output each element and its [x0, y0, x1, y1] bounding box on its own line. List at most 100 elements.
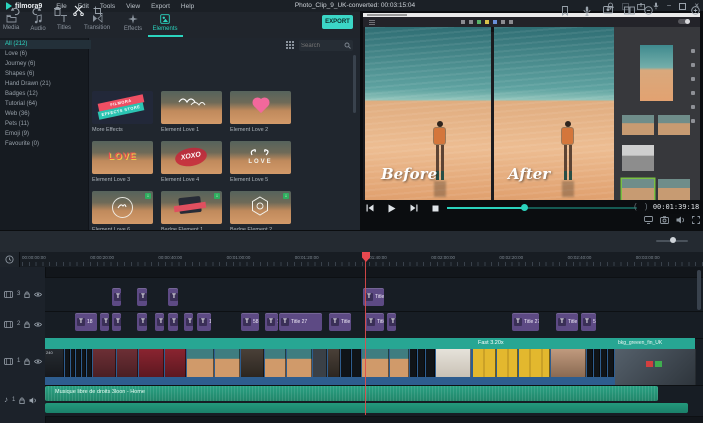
track2-title-clip[interactable]: T Title 27: [279, 313, 322, 331]
video-segment[interactable]: [76, 349, 81, 377]
category-tutorial[interactable]: Tutorial (64): [0, 100, 91, 109]
seek-knob[interactable]: [521, 204, 528, 211]
track2-title-clip[interactable]: T: [155, 313, 164, 331]
category-love[interactable]: Love (6): [0, 50, 91, 59]
video-segment[interactable]: [390, 349, 409, 377]
video-segment[interactable]: [215, 349, 240, 377]
category-web[interactable]: Web (36): [0, 110, 91, 119]
track2-title-clip[interactable]: T 18: [75, 313, 97, 331]
video-segment[interactable]: [418, 349, 425, 377]
track2-title-clip[interactable]: T7: [137, 313, 147, 331]
category-all[interactable]: All (212): [0, 40, 91, 49]
music-clip[interactable]: Musique libre de droits 3loon - Home: [45, 386, 658, 401]
element-item-element-love-6[interactable]: ↓ Element Love 6: [92, 191, 153, 230]
track2-title-clip[interactable]: TTitle: [365, 313, 384, 331]
video-segment[interactable]: [241, 349, 264, 377]
display-icon[interactable]: [644, 216, 653, 224]
lock-icon[interactable]: [24, 358, 30, 365]
video-segment[interactable]: [165, 349, 186, 377]
video-segment[interactable]: [362, 349, 389, 377]
category-pets[interactable]: Pets (11): [0, 120, 91, 129]
previous-frame-button[interactable]: [366, 204, 374, 212]
video-segment[interactable]: [352, 349, 361, 377]
track2-title-clip[interactable]: T1: [265, 313, 278, 331]
timeline-scrollbar[interactable]: [697, 270, 701, 310]
video-segment[interactable]: [71, 349, 75, 377]
zoom-in-icon[interactable]: [691, 6, 700, 15]
element-item-more-effects[interactable]: FILMORA EFFECTS STORE More Effects: [92, 91, 153, 133]
lock-icon[interactable]: [24, 291, 30, 298]
lock-icon[interactable]: [19, 397, 25, 404]
video-segment[interactable]: [117, 349, 138, 377]
search-input[interactable]: [299, 42, 344, 49]
grid-view-icon[interactable]: [286, 41, 294, 49]
play-button[interactable]: [388, 204, 396, 213]
track2-title-clip[interactable]: T: [112, 313, 121, 331]
element-item-element-love-1[interactable]: Element Love 1: [161, 91, 222, 133]
minimize-button[interactable]: −: [667, 1, 672, 11]
video-segment[interactable]: 240: [45, 349, 64, 377]
video-segment[interactable]: [551, 349, 586, 377]
video-segment[interactable]: [594, 349, 600, 377]
video-segment[interactable]: [601, 349, 607, 377]
zoom-out-icon[interactable]: [644, 6, 653, 15]
tab-transition[interactable]: Transition: [77, 14, 117, 37]
video-segment[interactable]: [436, 349, 471, 377]
timeline-ruler[interactable]: 00:00:00:00 00:00:20:00 00:00:40:00 00:01:0…: [0, 252, 703, 267]
split-scissors-icon[interactable]: [73, 5, 84, 16]
video-segment[interactable]: [265, 349, 286, 377]
video-segment[interactable]: [497, 349, 518, 377]
track2-title-clip[interactable]: T9: [168, 313, 178, 331]
video-segment[interactable]: [473, 349, 496, 377]
track2-title-clip[interactable]: T: [100, 313, 109, 331]
eye-icon[interactable]: [34, 359, 43, 364]
video-segment[interactable]: [313, 349, 327, 377]
element-item-badge-element-2[interactable]: ↓ Badge Element 2: [230, 191, 291, 230]
audio-clip-2[interactable]: [45, 403, 688, 413]
track2-title-clip[interactable]: TTitle: [556, 313, 578, 331]
menu-view[interactable]: View: [126, 3, 140, 10]
video-segment[interactable]: [341, 349, 351, 377]
search-icon[interactable]: [344, 42, 351, 49]
track2-title-clip[interactable]: T: [387, 313, 396, 331]
video-segment[interactable]: [587, 349, 593, 377]
redo-icon[interactable]: [31, 6, 42, 16]
category-favourite[interactable]: Favourite (0): [0, 140, 91, 149]
video-segment[interactable]: [93, 349, 116, 377]
category-journey[interactable]: Journey (6): [0, 60, 91, 69]
split-screen-icon[interactable]: [624, 6, 635, 15]
track2-title-clip[interactable]: T: [184, 313, 193, 331]
library-scrollbar[interactable]: [353, 55, 356, 113]
video-segment[interactable]: [519, 349, 550, 377]
video-segment[interactable]: [328, 349, 340, 377]
track3-title-clip[interactable]: T7: [137, 288, 147, 306]
track3-title-clip[interactable]: T Title: [363, 288, 384, 306]
eye-icon[interactable]: [34, 322, 43, 327]
snapshot-icon[interactable]: [660, 216, 669, 224]
keyframe-icon[interactable]: [0, 252, 20, 267]
video-segment[interactable]: [87, 349, 92, 377]
menu-export[interactable]: Export: [151, 3, 170, 10]
video-segment[interactable]: [287, 349, 312, 377]
export-button[interactable]: EXPORT: [322, 15, 353, 29]
element-item-element-love-4[interactable]: XOXO Element Love 4: [161, 141, 222, 183]
video-segment[interactable]: [426, 349, 435, 377]
video-segment[interactable]: [139, 349, 164, 377]
stop-button[interactable]: [432, 205, 439, 212]
video-segment[interactable]: [608, 349, 614, 377]
video-segment[interactable]: [82, 349, 86, 377]
element-item-element-love-3[interactable]: LOVE Element Love 3: [92, 141, 153, 183]
eye-icon[interactable]: [34, 292, 43, 297]
track3-title-clip[interactable]: T9: [168, 288, 178, 306]
track2-title-clip[interactable]: TTitle 2: [329, 313, 351, 331]
element-item-element-love-5[interactable]: LOVE Element Love 5: [230, 141, 291, 183]
track2-title-clip[interactable]: T Title 27: [512, 313, 539, 331]
mic-icon[interactable]: [653, 2, 659, 10]
fullscreen-icon[interactable]: [692, 216, 700, 224]
element-item-badge-element-1[interactable]: ↓ Badge Element 1: [161, 191, 222, 230]
track2-title-clip[interactable]: T51: [581, 313, 596, 331]
category-emoji[interactable]: Emoji (9): [0, 130, 91, 139]
video-segment[interactable]: [410, 349, 417, 377]
volume-icon[interactable]: [676, 216, 685, 224]
next-frame-button[interactable]: [410, 204, 418, 212]
